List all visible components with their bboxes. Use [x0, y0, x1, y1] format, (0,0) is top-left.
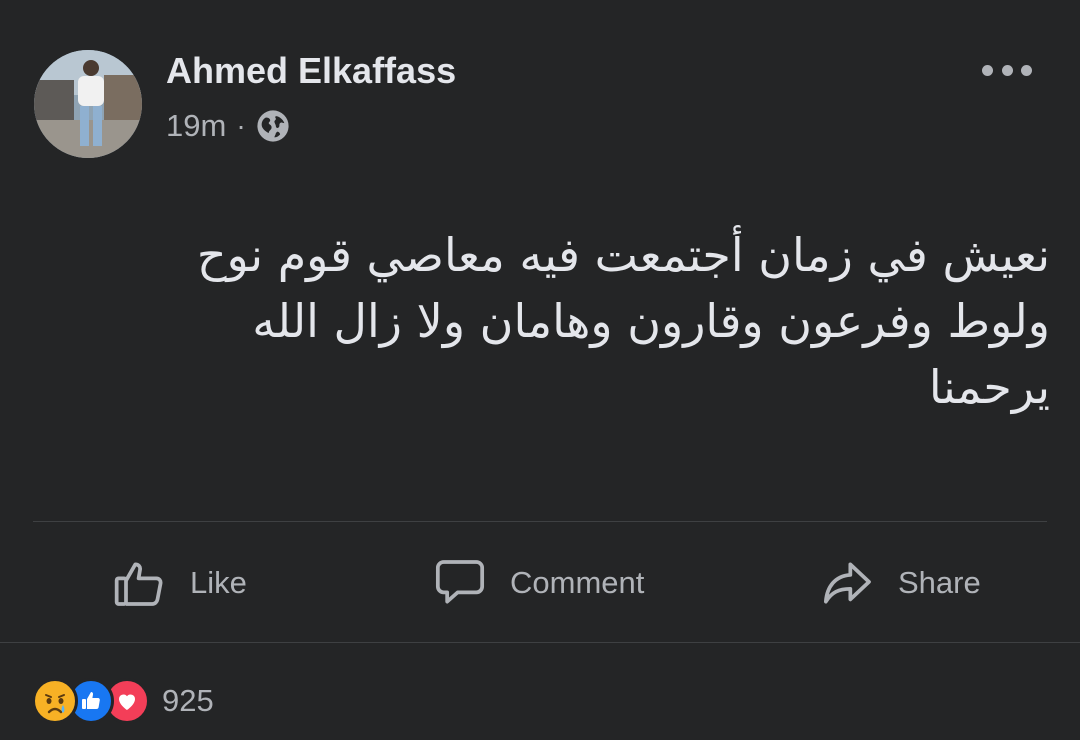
- more-options-button[interactable]: [982, 60, 1032, 80]
- post-meta: 19m ·: [166, 108, 290, 144]
- post-text-line: نعيش في زمان أجتمعت فيه معاصي قوم نوح: [196, 228, 1050, 282]
- share-label: Share: [898, 565, 981, 600]
- divider: [33, 521, 1047, 522]
- meta-separator: ·: [236, 110, 246, 141]
- share-button[interactable]: Share: [820, 552, 981, 614]
- globe-icon[interactable]: [256, 109, 290, 143]
- dot-icon: [1021, 64, 1032, 76]
- profile-photo: [34, 50, 142, 158]
- comment-button[interactable]: Comment: [432, 552, 644, 614]
- like-button[interactable]: Like: [112, 552, 247, 614]
- share-icon: [823, 562, 871, 604]
- reaction-count[interactable]: 925: [162, 683, 214, 719]
- thumbs-up-icon: [114, 562, 163, 606]
- post-text-line: يرحمنا: [928, 360, 1050, 414]
- sad-emoji-icon: [32, 678, 78, 724]
- post-text-line: ولوط وفرعون وقارون وهامان ولا زال الله: [252, 294, 1050, 348]
- dot-icon: [982, 64, 993, 76]
- like-label: Like: [190, 565, 247, 600]
- author-name[interactable]: Ahmed Elkaffass: [166, 50, 456, 92]
- post-text: نعيش في زمان أجتمعت فيه معاصي قوم نوح ول…: [60, 222, 1050, 420]
- comment-icon: [435, 560, 485, 604]
- post-time[interactable]: 19m: [166, 108, 226, 144]
- comment-label: Comment: [510, 565, 645, 600]
- dot-icon: [1001, 64, 1013, 76]
- avatar[interactable]: [34, 50, 142, 158]
- divider: [0, 642, 1080, 643]
- reactions-summary[interactable]: 925: [32, 676, 214, 726]
